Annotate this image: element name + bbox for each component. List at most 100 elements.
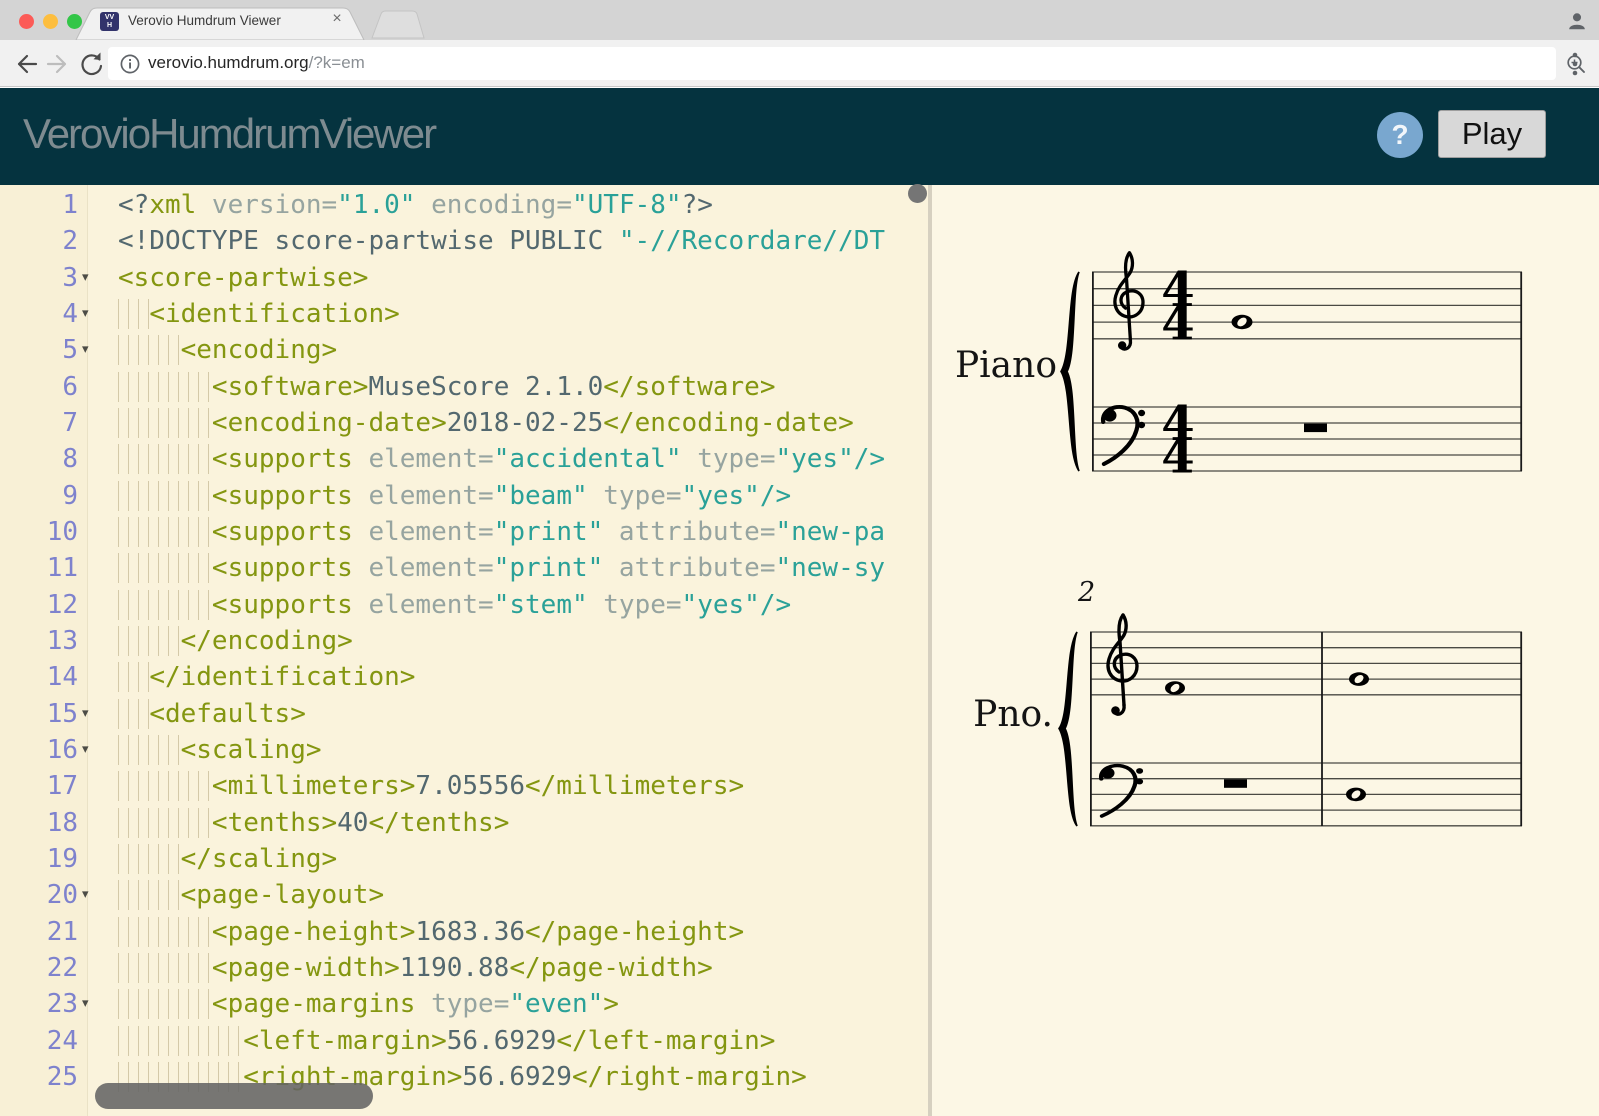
code-token: <millimeters> (212, 771, 416, 801)
code-line[interactable]: <score-partwise> (118, 260, 368, 296)
tab-close-icon[interactable]: × (328, 10, 346, 28)
code-token: attribute= (603, 517, 775, 547)
whole-rest[interactable] (1304, 424, 1327, 433)
code-token: </software> (603, 372, 775, 402)
musicxml-editor[interactable]: 123▾4▾5▾6789101112131415▾16▾17181920▾212… (0, 185, 928, 1116)
code-token: <identification> (149, 299, 399, 329)
notation-pane: Piano (932, 185, 1599, 1116)
page-info-icon[interactable] (118, 52, 142, 76)
new-tab-button[interactable] (372, 11, 424, 38)
horizontal-scrollbar[interactable] (95, 1083, 373, 1109)
code-line[interactable]: <tenths>40</tenths> (118, 805, 509, 841)
code-token: <encoding> (181, 335, 338, 365)
svg-text:4: 4 (1161, 296, 1194, 352)
indent-guides (118, 444, 212, 474)
time-signature: 4 4 4 4 (1161, 262, 1194, 485)
whole-note[interactable] (1165, 681, 1185, 695)
tab-title[interactable]: Verovio Humdrum Viewer (128, 13, 318, 28)
code-line[interactable]: <left-margin>56.6929</left-margin> (118, 1023, 775, 1059)
code-line[interactable]: <identification> (118, 296, 400, 332)
code-line[interactable]: </identification> (118, 659, 415, 695)
code-token: encoding= (415, 190, 572, 220)
indent-guides (118, 626, 181, 656)
code-token: "accidental" (494, 444, 682, 474)
whole-note[interactable] (1349, 672, 1369, 686)
treble-clef-icon (1108, 615, 1137, 715)
code-token: <tenths> (212, 808, 337, 838)
code-line[interactable]: <supports element="print" attribute="new… (118, 514, 885, 550)
profile-icon[interactable] (1566, 10, 1588, 32)
code-line[interactable]: <millimeters>7.05556</millimeters> (118, 768, 744, 804)
code-token: <left-margin> (243, 1026, 447, 1056)
code-token: <? (118, 190, 149, 220)
code-token: element= (353, 517, 494, 547)
code-token: ?> (682, 190, 713, 220)
chrome-menu-icon[interactable] (1572, 51, 1578, 77)
whole-rest[interactable] (1224, 779, 1247, 788)
code-token: <defaults> (149, 699, 306, 729)
code-line[interactable]: <!DOCTYPE score-partwise PUBLIC "-//Reco… (118, 223, 885, 259)
indent-guides (118, 481, 212, 511)
url-text[interactable]: verovio.humdrum.org/?k=em (148, 53, 365, 73)
code-line[interactable]: <supports element="beam" type="yes"/> (118, 478, 791, 514)
code-line[interactable]: </scaling> (118, 841, 337, 877)
code-line[interactable]: <page-height>1683.36</page-height> (118, 914, 744, 950)
code-token: 56.6929 (447, 1026, 557, 1056)
code-line[interactable]: <page-layout> (118, 877, 384, 913)
treble-clef-icon (1115, 253, 1143, 350)
reload-icon[interactable] (76, 49, 106, 79)
code-line[interactable]: <software>MuseScore 2.1.0</software> (118, 369, 775, 405)
code-token: <supports (212, 481, 353, 511)
code-line[interactable]: <supports element="print" attribute="new… (118, 550, 885, 586)
vhv-header: VerovioHumdrumViewer (0, 88, 1599, 185)
code-line[interactable]: <page-width>1190.88</page-width> (118, 950, 713, 986)
system-2[interactable]: 2 Pno. (973, 577, 1522, 826)
code-token: "yes" (775, 444, 853, 474)
barlines (1091, 632, 1521, 826)
code-token: > (603, 989, 619, 1019)
indent-guides (118, 662, 149, 692)
code-token: "yes" (682, 590, 760, 620)
code-token: 2018-02-25 (447, 408, 604, 438)
code-token: 56.6929 (462, 1062, 572, 1092)
code-token: "stem" (494, 590, 588, 620)
forward-icon[interactable] (44, 49, 74, 79)
measure-number: 2 (1077, 577, 1095, 608)
whole-note[interactable] (1346, 788, 1366, 802)
code-token: attribute= (603, 553, 775, 583)
code-token: "-//Recordare//DT (619, 226, 885, 256)
divider-drag-handle[interactable] (908, 184, 927, 203)
indent-guides (118, 699, 149, 729)
code-token: type= (588, 590, 682, 620)
help-button[interactable]: ? (1377, 112, 1423, 158)
system-brace (1061, 272, 1079, 471)
code-line[interactable]: <supports element="accidental" type="yes… (118, 441, 885, 477)
code-line[interactable]: <encoding-date>2018-02-25</encoding-date… (118, 405, 854, 441)
code-line[interactable]: <supports element="stem" type="yes"/> (118, 587, 791, 623)
whole-note[interactable] (1232, 315, 1253, 329)
indent-guides (118, 335, 181, 365)
code-token: element= (353, 444, 494, 474)
code-token: /> (760, 481, 791, 511)
back-icon[interactable] (10, 49, 40, 79)
code-token: <page-width> (212, 953, 400, 983)
code-token: "print" (494, 553, 604, 583)
code-line[interactable]: </encoding> (118, 623, 353, 659)
code-line[interactable]: <page-margins type="even"> (118, 986, 619, 1022)
code-token: <supports (212, 553, 353, 583)
code-token: "print" (494, 517, 604, 547)
play-button[interactable]: Play (1438, 110, 1546, 158)
code-token: <!DOCTYPE score-partwise PUBLIC (118, 226, 619, 256)
code-line[interactable]: <encoding> (118, 332, 337, 368)
code-token: </millimeters> (525, 771, 744, 801)
address-bar[interactable]: verovio.humdrum.org/?k=em ☆ (108, 47, 1556, 80)
staff-lines (1092, 272, 1522, 471)
code-line[interactable]: <defaults> (118, 696, 306, 732)
code-token: </page-height> (525, 917, 744, 947)
code-line[interactable]: <scaling> (118, 732, 322, 768)
system-1[interactable]: Piano (955, 253, 1522, 485)
code-lines[interactable]: <?xml version="1.0" encoding="UTF-8"?><!… (0, 185, 928, 1116)
code-token: <score-partwise> (118, 263, 368, 293)
code-token: "yes" (682, 481, 760, 511)
code-line[interactable]: <?xml version="1.0" encoding="UTF-8"?> (118, 187, 713, 223)
